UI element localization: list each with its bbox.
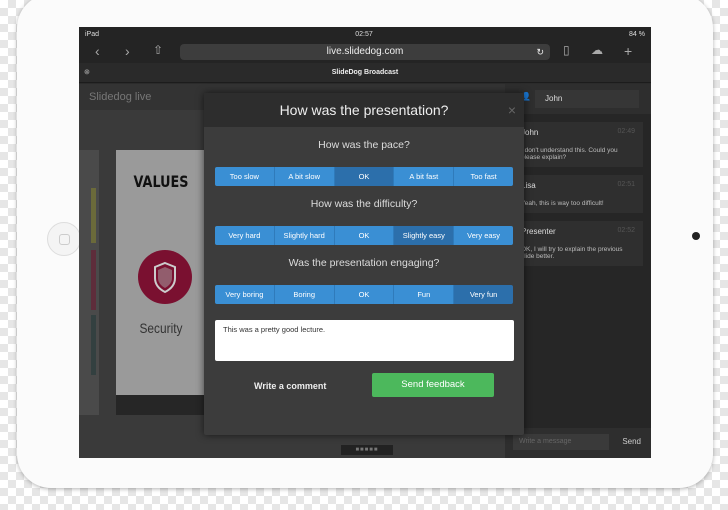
rating-option[interactable]: OK bbox=[334, 167, 395, 186]
slide-caption: Security bbox=[139, 320, 183, 336]
question-label: How was the difficulty? bbox=[310, 198, 418, 210]
new-tab-icon[interactable]: + bbox=[624, 43, 632, 59]
camera bbox=[692, 232, 700, 240]
url-text: live.slidedog.com bbox=[326, 46, 404, 57]
rating-option[interactable]: OK bbox=[334, 226, 395, 245]
chat-panel: 👤 John John 02:49 I don't understand this. … bbox=[505, 84, 651, 458]
rating-option[interactable]: A bit slow bbox=[274, 167, 335, 186]
modal-title: How was the presentation? bbox=[279, 102, 449, 118]
reload-icon[interactable]: ↻ bbox=[536, 44, 544, 60]
rating-option[interactable]: Fun bbox=[394, 285, 455, 304]
current-slide: VALUES Security bbox=[116, 150, 206, 415]
chat-message: Presenter 02:52 OK, I will try to explain … bbox=[513, 221, 643, 266]
back-icon[interactable]: ‹ bbox=[95, 43, 100, 59]
message-input[interactable]: Write a message bbox=[513, 434, 609, 450]
rating-option[interactable]: Very fun bbox=[454, 285, 513, 304]
rating-option[interactable]: OK bbox=[334, 285, 395, 304]
tab[interactable]: ⊗ SlideDog Broadcast bbox=[79, 63, 651, 83]
home-button[interactable] bbox=[47, 222, 81, 256]
tab-title: SlideDog Broadcast bbox=[331, 69, 399, 76]
bookmarks-icon[interactable]: ▯ bbox=[563, 43, 570, 57]
share-icon[interactable]: ⇧ bbox=[153, 43, 163, 57]
rating-option[interactable]: Very boring bbox=[215, 285, 275, 304]
shield-icon bbox=[138, 250, 192, 304]
clock: 02:57 bbox=[355, 30, 373, 38]
browser-toolbar: ‹ › ⇧ live.slidedog.com ↻ ▯ ☁ + bbox=[79, 41, 651, 63]
rating-option[interactable]: Very hard bbox=[215, 226, 275, 245]
url-bar[interactable]: live.slidedog.com ↻ bbox=[180, 44, 550, 60]
rating-segmented-control: Too slow A bit slow OK A bit fast Too fast bbox=[215, 167, 513, 186]
screen: iPad 02:57 84 % ‹ › ⇧ live.slidedog.com ↻… bbox=[79, 27, 651, 458]
device-label: iPad bbox=[85, 30, 100, 38]
rating-option[interactable]: A bit fast bbox=[394, 167, 455, 186]
rating-option[interactable]: Slightly easy bbox=[394, 226, 455, 245]
battery: 84 % bbox=[629, 30, 645, 38]
slide-thumbnails[interactable] bbox=[79, 150, 99, 415]
slide-pager[interactable]: ■■■■■ bbox=[341, 445, 393, 455]
slide-heading: VALUES bbox=[133, 172, 189, 191]
rating-option[interactable]: Boring bbox=[274, 285, 335, 304]
forward-icon[interactable]: › bbox=[125, 43, 130, 59]
rating-option[interactable]: Very easy bbox=[454, 226, 513, 245]
write-comment-link[interactable]: Write a comment bbox=[254, 381, 326, 391]
chat-send-button[interactable]: Send bbox=[622, 434, 641, 450]
feedback-modal: How was the presentation? × How was the p… bbox=[204, 93, 524, 435]
comment-textarea[interactable]: This was a pretty good lecture. bbox=[215, 320, 514, 361]
status-bar: iPad 02:57 84 % bbox=[79, 27, 651, 41]
question-label: Was the presentation engaging? bbox=[288, 257, 440, 269]
rating-option[interactable]: Slightly hard bbox=[274, 226, 335, 245]
rating-segmented-control: Very boring Boring OK Fun Very fun bbox=[215, 285, 513, 304]
rating-option[interactable]: Too fast bbox=[454, 167, 513, 186]
question-label: How was the pace? bbox=[318, 139, 410, 151]
close-icon[interactable]: × bbox=[508, 93, 516, 127]
rating-option[interactable]: Too slow bbox=[215, 167, 275, 186]
chat-message: John 02:49 I don't understand this. Could … bbox=[513, 122, 643, 167]
chat-message: Lisa 02:51 Yeah, this is way too difficult… bbox=[513, 175, 643, 213]
close-tab-icon[interactable]: ⊗ bbox=[84, 63, 90, 83]
send-feedback-button[interactable]: Send feedback bbox=[372, 373, 494, 397]
username-field[interactable]: John bbox=[535, 90, 639, 108]
cloud-icon[interactable]: ☁ bbox=[591, 43, 603, 57]
rating-segmented-control: Very hard Slightly hard OK Slightly easy Ver… bbox=[215, 226, 513, 245]
